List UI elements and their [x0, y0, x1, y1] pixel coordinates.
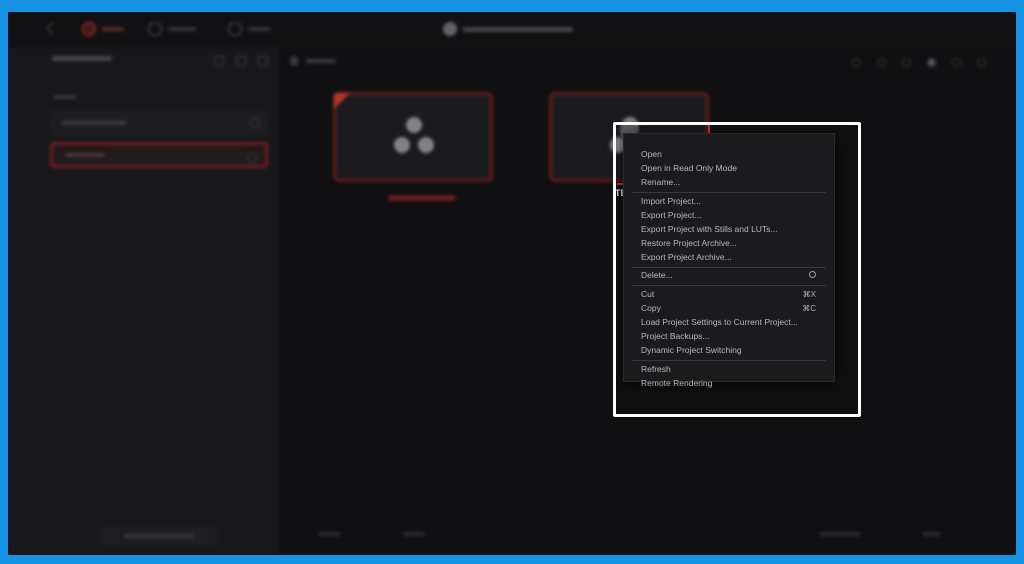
search-icon[interactable]: [977, 58, 986, 67]
panel-title: [52, 56, 112, 61]
project-name-label: [388, 195, 456, 201]
thumbnail-view-icon[interactable]: [902, 58, 911, 67]
info-icon[interactable]: [250, 118, 260, 128]
import-button[interactable]: [318, 532, 340, 536]
network-icon: [148, 22, 162, 36]
view-toolbar: [852, 58, 986, 67]
app-title: [443, 22, 573, 36]
info-icon[interactable]: [952, 58, 961, 67]
highlight-annotation-box: [613, 122, 861, 417]
search-icon[interactable]: [258, 56, 268, 66]
title-bar: [8, 12, 1016, 48]
info-icon[interactable]: [247, 153, 257, 163]
tab-network[interactable]: [148, 22, 196, 36]
app-window: [8, 12, 1016, 555]
davinci-resolve-logo-icon: [392, 117, 436, 157]
section-label: [54, 95, 76, 99]
projects-icon: [290, 56, 298, 66]
tab-cloud[interactable]: [228, 22, 270, 36]
back-arrow-icon[interactable]: [46, 22, 59, 35]
project-thumbnail[interactable]: [333, 92, 493, 182]
settings-icon[interactable]: [236, 56, 246, 66]
cloud-icon: [228, 22, 242, 36]
export-button[interactable]: [403, 532, 425, 536]
projects-title: [290, 56, 336, 66]
grid-view-icon[interactable]: [927, 58, 936, 67]
project-badge: [334, 93, 350, 109]
davinci-resolve-logo-icon: [443, 22, 457, 36]
panel-toolbar: [214, 56, 268, 66]
tab-local[interactable]: [82, 22, 124, 36]
library-item-selected[interactable]: [50, 142, 268, 168]
add-icon[interactable]: [214, 56, 224, 66]
projects-header: [282, 48, 1016, 78]
list-view-icon[interactable]: [877, 58, 886, 67]
library-item[interactable]: [50, 110, 268, 136]
add-library-button[interactable]: [100, 526, 218, 546]
sort-icon[interactable]: [852, 58, 861, 67]
blurred-project-manager: [8, 12, 1016, 555]
project-libraries-panel: [8, 48, 279, 555]
local-icon: [82, 22, 96, 36]
open-button[interactable]: [922, 532, 940, 536]
new-project-button[interactable]: [820, 532, 860, 536]
